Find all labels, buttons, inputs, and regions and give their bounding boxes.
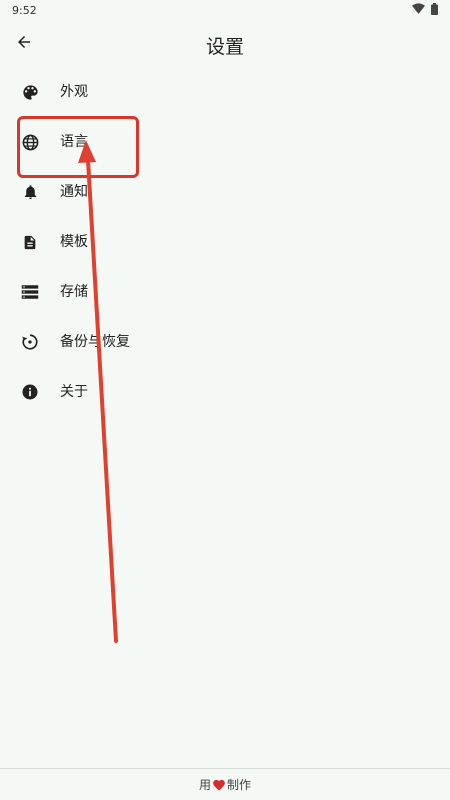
settings-item-label: 备份与恢复 (60, 334, 130, 350)
wifi-icon (412, 3, 425, 17)
storage-icon (20, 282, 40, 302)
document-icon (20, 232, 40, 252)
settings-item-backup-restore[interactable]: 备份与恢复 (0, 317, 450, 367)
settings-item-templates[interactable]: 模板 (0, 217, 450, 267)
settings-item-label: 存储 (60, 284, 88, 300)
globe-icon (20, 132, 40, 152)
status-time: 9:52 (12, 3, 37, 17)
settings-item-about[interactable]: 关于 (0, 367, 450, 417)
settings-item-appearance[interactable]: 外观 (0, 67, 450, 117)
footer-text-before: 用 (198, 778, 211, 792)
status-icons (412, 2, 438, 18)
settings-item-language[interactable]: 语言 (0, 117, 450, 167)
battery-icon (431, 2, 438, 18)
footer: 用 制作 (0, 768, 450, 800)
settings-screen: 9:52 设置 外观 语言 通知 模板 存储 备份与恢复 关于 用 制作 (0, 0, 450, 800)
settings-item-label: 通知 (60, 184, 88, 200)
bell-icon (20, 182, 40, 202)
settings-item-storage[interactable]: 存储 (0, 267, 450, 317)
footer-text-after: 制作 (227, 778, 252, 792)
settings-item-label: 关于 (60, 384, 88, 400)
settings-item-notifications[interactable]: 通知 (0, 167, 450, 217)
restore-icon (20, 332, 40, 352)
settings-item-label: 外观 (60, 84, 88, 100)
settings-item-label: 模板 (60, 234, 88, 250)
app-bar: 设置 (0, 20, 450, 68)
settings-item-label: 语言 (60, 134, 88, 150)
info-icon (20, 382, 40, 402)
status-bar: 9:52 (0, 0, 450, 20)
settings-list: 外观 语言 通知 模板 存储 备份与恢复 关于 (0, 67, 450, 417)
palette-icon (20, 82, 40, 102)
heart-icon (212, 778, 226, 794)
page-title: 设置 (205, 36, 244, 58)
